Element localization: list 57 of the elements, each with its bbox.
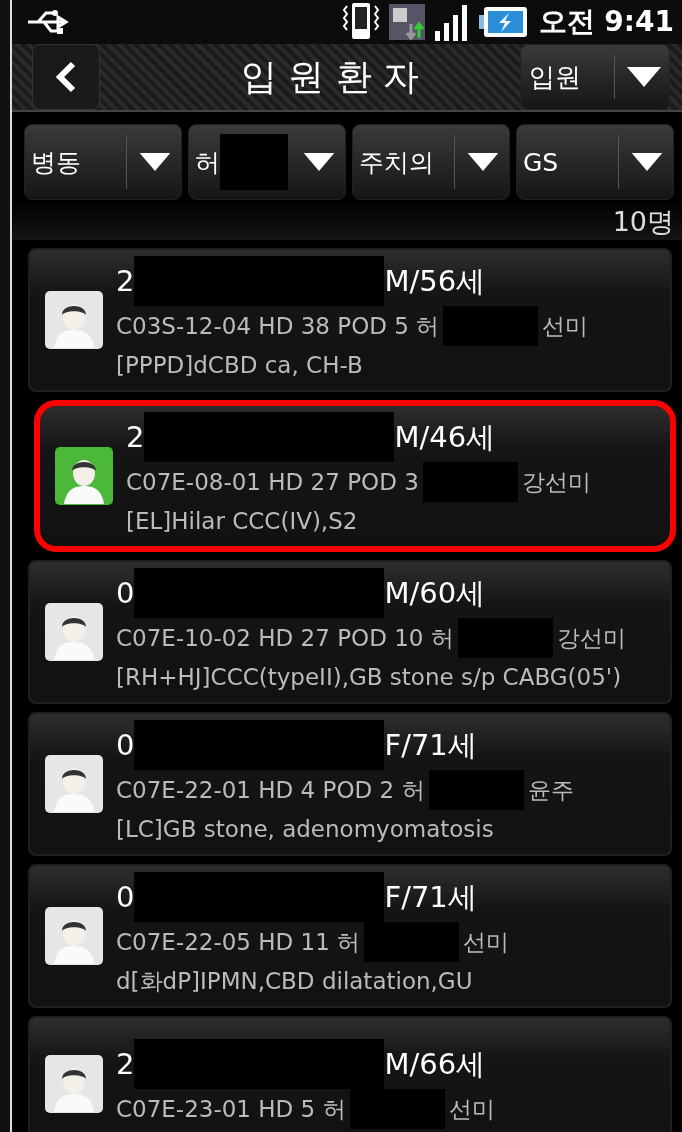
patient-list-item[interactable]: 2 M/56세 C03S-12-04 HD 38 POD 5 허 선미 [PPPD]dCBD ca, CH-B xyxy=(28,248,672,392)
person-avatar-icon xyxy=(44,906,104,966)
patient-list-item[interactable]: 0 M/60세 C07E-10-02 HD 27 POD 10 허 강선미 [RH+HJ]CCC(typeII),GB stone s/p CABG(05') xyxy=(28,560,672,704)
patient-id-prefix: 0 xyxy=(116,879,135,916)
doctor-name: 선미 xyxy=(463,928,510,957)
doctor-name: 선미 xyxy=(448,1095,495,1124)
diagnosis: d[화dP]IPMN,CBD dilatation,GU xyxy=(116,967,474,996)
patient-id-prefix: 2 xyxy=(126,419,145,456)
patient-count: 10명 xyxy=(612,205,674,239)
person-avatar-icon xyxy=(54,446,114,506)
filter-dropdown[interactable]: 허 xyxy=(188,124,346,200)
patient-list-item[interactable]: 0 F/71세 C07E-22-05 HD 11 허 선미 d[화dP]IPMN,CBD dilatation,GU xyxy=(28,864,672,1008)
patient-list-item[interactable]: 2 M/46세 C07E-08-01 HD 27 POD 3 강선미 [EL]Hilar CCC(IV),S2 xyxy=(34,400,676,552)
patient-list-item[interactable]: 0 F/71세 C07E-22-01 HD 4 POD 2 허 윤주 [LC]GB stone, adenomyomatosis xyxy=(28,712,672,856)
room-info: C07E-22-01 HD 4 POD 2 허 xyxy=(116,776,425,805)
patient-id-prefix: 0 xyxy=(116,727,135,764)
patient-id-prefix: 0 xyxy=(116,575,135,612)
caret-icon xyxy=(467,153,499,171)
diagnosis: [LC]GB stone, adenomyomatosis xyxy=(116,815,495,844)
mode-dropdown[interactable]: 입원 xyxy=(520,44,670,110)
sex-age: M/46세 xyxy=(394,419,496,456)
sex-age: M/60세 xyxy=(384,575,486,612)
patient-list-item[interactable]: 2 M/66세 C07E-23-01 HD 5 허 선미 xyxy=(28,1016,672,1132)
filter-dropdown[interactable]: 병동 xyxy=(24,124,182,200)
room-info: C07E-10-02 HD 27 POD 10 허 xyxy=(116,624,454,653)
battery-charging-icon xyxy=(478,5,529,39)
caret-icon xyxy=(139,153,171,171)
sex-age: M/56세 xyxy=(384,263,486,300)
room-info: C07E-08-01 HD 27 POD 3 xyxy=(126,468,419,497)
sex-age: F/71세 xyxy=(384,879,477,916)
back-button[interactable] xyxy=(32,44,100,110)
filter-dropdown[interactable]: 주치의 xyxy=(352,124,510,200)
sex-age: M/66세 xyxy=(384,1046,486,1083)
doctor-name: 강선미 xyxy=(556,624,626,653)
data-network-icon xyxy=(386,2,427,42)
person-avatar-icon xyxy=(44,602,104,662)
diagnosis: [EL]Hilar CCC(IV),S2 xyxy=(126,507,359,536)
screen-title: 입 원 환 자 xyxy=(239,54,421,99)
room-info: C07E-22-05 HD 11 허 xyxy=(116,928,361,957)
diagnosis: [PPPD]dCBD ca, CH-B xyxy=(116,351,364,380)
caret-icon xyxy=(627,67,661,87)
person-avatar-icon xyxy=(44,1054,104,1114)
sex-age: F/71세 xyxy=(384,727,477,764)
patient-id-prefix: 2 xyxy=(116,263,135,300)
person-avatar-icon xyxy=(44,754,104,814)
person-avatar-icon xyxy=(44,290,104,350)
caret-icon xyxy=(303,153,335,171)
doctor-name: 강선미 xyxy=(521,468,591,497)
room-info: C07E-23-01 HD 5 허 xyxy=(116,1095,346,1124)
room-info: C03S-12-04 HD 38 POD 5 허 xyxy=(116,312,440,341)
doctor-name: 선미 xyxy=(542,312,589,341)
doctor-name: 윤주 xyxy=(527,776,574,805)
filter-dropdown[interactable]: GS xyxy=(516,124,674,200)
diagnosis: [RH+HJ]CCC(typeII),GB stone s/p CABG(05') xyxy=(116,663,623,692)
patient-id-prefix: 2 xyxy=(116,1046,135,1083)
status-time: 오전 9:41 xyxy=(538,4,674,40)
caret-icon xyxy=(631,153,663,171)
